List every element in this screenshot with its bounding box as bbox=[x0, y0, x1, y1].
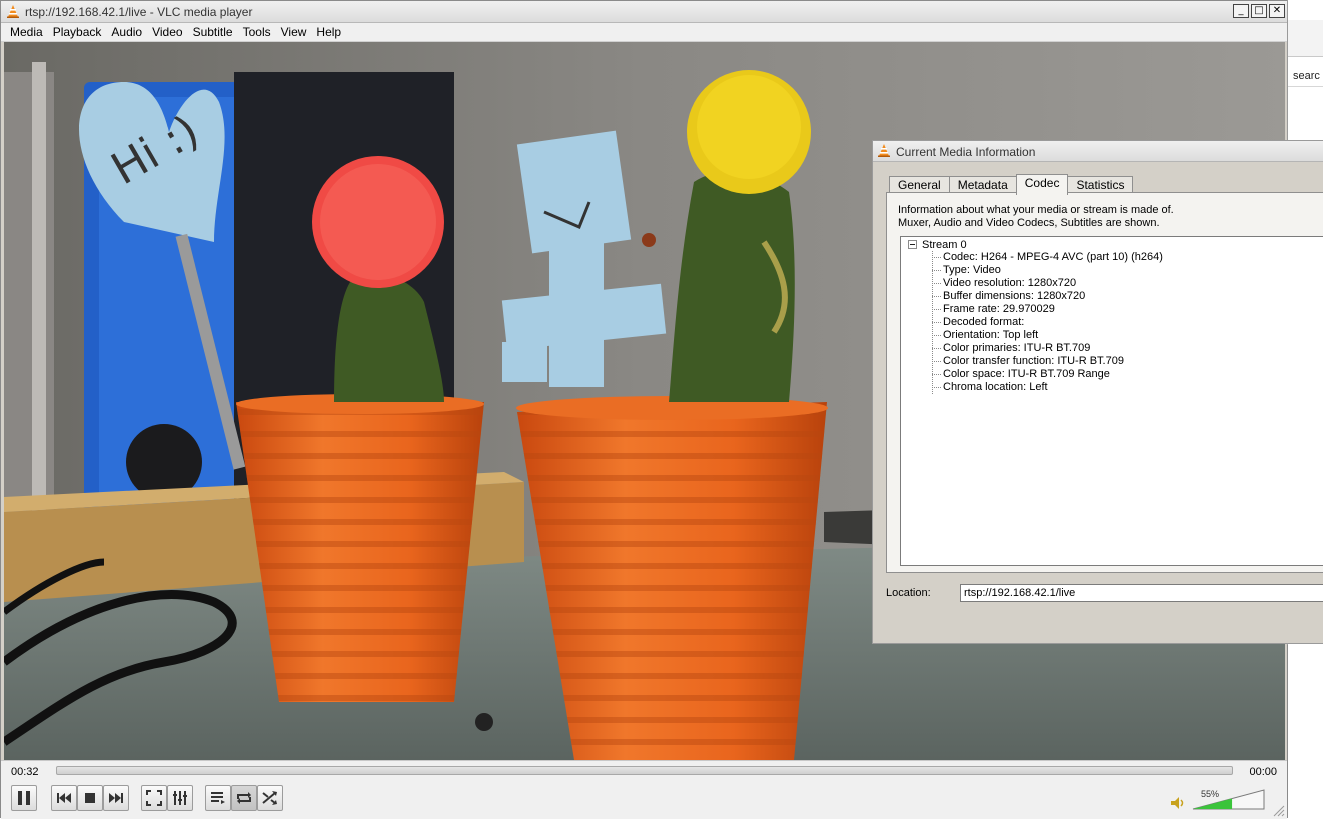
stream-property-row[interactable]: Decoded format: bbox=[932, 316, 1163, 329]
speaker-icon[interactable] bbox=[1171, 797, 1185, 809]
dialog-title: Current Media Information bbox=[896, 145, 1036, 159]
codec-panel: Information about what your media or str… bbox=[886, 192, 1323, 573]
menu-tools[interactable]: Tools bbox=[238, 23, 276, 41]
next-icon bbox=[109, 793, 123, 803]
menu-subtitle[interactable]: Subtitle bbox=[188, 23, 238, 41]
stream-property-row[interactable]: Chroma location: Left bbox=[932, 381, 1163, 394]
shuffle-button[interactable] bbox=[257, 785, 283, 811]
extended-settings-button[interactable] bbox=[167, 785, 193, 811]
window-title: rtsp://192.168.42.1/live - VLC media pla… bbox=[25, 5, 253, 19]
media-info-dialog: Current Media Information General Metada… bbox=[872, 140, 1323, 644]
dialog-title-bar[interactable]: Current Media Information bbox=[873, 141, 1323, 162]
shuffle-icon bbox=[262, 791, 277, 805]
menu-help[interactable]: Help bbox=[311, 23, 346, 41]
volume-percent: 55% bbox=[1201, 789, 1220, 799]
background-toolbar bbox=[1288, 20, 1323, 57]
elapsed-time: 00:32 bbox=[11, 766, 39, 778]
background-content bbox=[1288, 87, 1323, 137]
loop-button[interactable] bbox=[231, 785, 257, 811]
stream-property-row[interactable]: Type: Video bbox=[932, 264, 1163, 277]
menu-video[interactable]: Video bbox=[147, 23, 187, 41]
next-button[interactable] bbox=[103, 785, 129, 811]
stream-node[interactable]: Stream 0 bbox=[908, 239, 967, 251]
background-search-text[interactable]: searc bbox=[1293, 70, 1320, 82]
pause-button[interactable] bbox=[11, 785, 37, 811]
previous-button[interactable] bbox=[51, 785, 77, 811]
location-label: Location: bbox=[886, 587, 931, 599]
stream-name: Stream 0 bbox=[922, 239, 967, 251]
seek-bar[interactable] bbox=[56, 766, 1233, 775]
loop-icon bbox=[237, 792, 251, 804]
fullscreen-icon bbox=[146, 790, 162, 806]
total-time: 00:00 bbox=[1249, 766, 1277, 778]
maximize-button[interactable]: □ bbox=[1251, 4, 1267, 18]
vlc-cone-icon bbox=[7, 5, 19, 18]
stop-icon bbox=[85, 793, 95, 803]
menu-view[interactable]: View bbox=[276, 23, 312, 41]
close-button[interactable]: ✕ bbox=[1269, 4, 1285, 18]
playback-controls: 00:32 00:00 55% bbox=[1, 760, 1287, 819]
tab-codec[interactable]: Codec bbox=[1015, 174, 1069, 195]
vlc-cone-icon bbox=[878, 144, 890, 157]
playlist-button[interactable] bbox=[205, 785, 231, 811]
stream-property-row[interactable]: Orientation: Top left bbox=[932, 329, 1163, 342]
description-line-1: Information about what your media or str… bbox=[898, 204, 1174, 216]
stream-properties: Codec: H264 - MPEG-4 AVC (part 10) (h264… bbox=[932, 251, 1163, 394]
extended-settings-icon bbox=[173, 791, 187, 805]
playlist-icon bbox=[211, 792, 225, 804]
title-bar[interactable]: rtsp://192.168.42.1/live - VLC media pla… bbox=[1, 1, 1287, 23]
menu-media[interactable]: Media bbox=[5, 23, 48, 41]
stop-button[interactable] bbox=[77, 785, 103, 811]
stream-property-row[interactable]: Color transfer function: ITU-R BT.709 bbox=[932, 355, 1163, 368]
collapse-icon[interactable] bbox=[908, 240, 917, 249]
info-tabs: General Metadata Codec Statistics bbox=[889, 174, 1134, 195]
minimize-button[interactable]: _ bbox=[1233, 4, 1249, 18]
codec-description: Information about what your media or str… bbox=[898, 204, 1174, 230]
menu-audio[interactable]: Audio bbox=[106, 23, 147, 41]
menu-playback[interactable]: Playback bbox=[48, 23, 107, 41]
menu-bar: Media Playback Audio Video Subtitle Tool… bbox=[1, 23, 1287, 42]
stream-property-row[interactable]: Video resolution: 1280x720 bbox=[932, 277, 1163, 290]
stream-property-row[interactable]: Frame rate: 29.970029 bbox=[932, 303, 1163, 316]
stream-property-row[interactable]: Color primaries: ITU-R BT.709 bbox=[932, 342, 1163, 355]
pause-icon bbox=[18, 791, 30, 805]
stream-property-row[interactable]: Buffer dimensions: 1280x720 bbox=[932, 290, 1163, 303]
fullscreen-button[interactable] bbox=[141, 785, 167, 811]
stream-property-row[interactable]: Color space: ITU-R BT.709 Range bbox=[932, 368, 1163, 381]
description-line-2: Muxer, Audio and Video Codecs, Subtitles… bbox=[898, 217, 1160, 229]
previous-icon bbox=[57, 793, 71, 803]
resize-grip-icon[interactable] bbox=[1273, 805, 1285, 817]
stream-property-row[interactable]: Codec: H264 - MPEG-4 AVC (part 10) (h264… bbox=[932, 251, 1163, 264]
location-field[interactable] bbox=[960, 584, 1323, 602]
stream-tree[interactable]: Stream 0 Codec: H264 - MPEG-4 AVC (part … bbox=[900, 236, 1323, 566]
